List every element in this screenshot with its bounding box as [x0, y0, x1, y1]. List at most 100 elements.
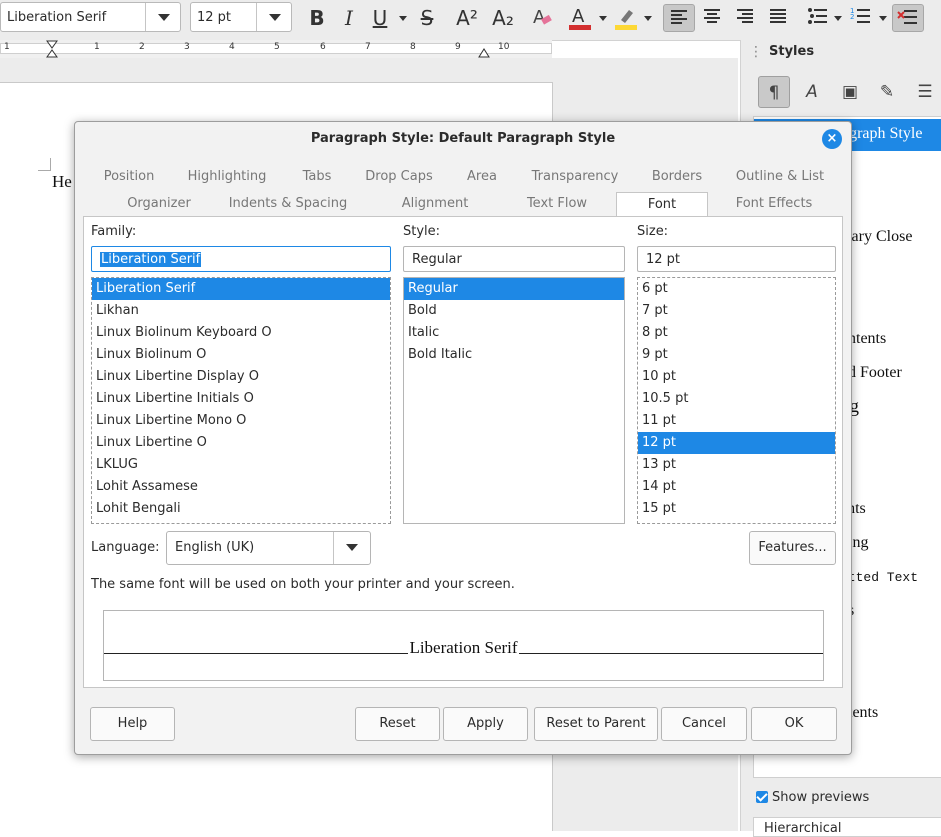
list-item[interactable]: Likhan: [92, 300, 390, 322]
font-color-dropdown-icon[interactable]: [599, 16, 607, 21]
size-list[interactable]: 6 pt 7 pt 8 pt 9 pt 10 pt 10.5 pt 11 pt …: [637, 277, 836, 524]
list-item[interactable]: Linux Biolinum Keyboard O: [92, 322, 390, 344]
list-item[interactable]: Liberation Serif: [92, 278, 390, 300]
list-item[interactable]: 15 pt: [638, 498, 835, 520]
list-item[interactable]: 13 pt: [638, 454, 835, 476]
list-item[interactable]: Lohit Bengali: [92, 498, 390, 520]
tab-tabs[interactable]: Tabs: [292, 165, 342, 189]
list-item[interactable]: 11 pt: [638, 410, 835, 432]
align-right-button[interactable]: [731, 4, 759, 32]
family-input[interactable]: Liberation Serif: [91, 246, 391, 272]
horizontal-ruler[interactable]: 1 1 2 3 4 5 6 7 8 9 10: [0, 40, 552, 58]
tab-font-effects[interactable]: Font Effects: [725, 192, 823, 216]
underline-dropdown-icon[interactable]: [399, 16, 407, 21]
italic-button[interactable]: I: [335, 4, 363, 32]
tab-area[interactable]: Area: [457, 165, 507, 189]
ok-button[interactable]: OK: [751, 707, 837, 741]
font-name-dropdown[interactable]: [145, 3, 180, 31]
list-item[interactable]: 6 pt: [638, 278, 835, 300]
list-item[interactable]: Lohit Assamese: [92, 476, 390, 498]
tab-highlighting[interactable]: Highlighting: [183, 165, 271, 189]
list-item[interactable]: Bold Italic: [404, 344, 624, 366]
character-styles-icon[interactable]: A: [796, 76, 828, 108]
show-previews-checkbox[interactable]: Show previews: [756, 790, 869, 805]
drag-handle-icon[interactable]: ⋮: [749, 44, 763, 60]
apply-button[interactable]: Apply: [443, 707, 528, 741]
language-combo[interactable]: English (UK): [166, 531, 371, 565]
numbered-list-button[interactable]: 12: [847, 4, 875, 32]
font-name-combo[interactable]: Liberation Serif: [0, 2, 181, 32]
superscript-button[interactable]: A²: [451, 4, 483, 32]
subscript-button[interactable]: A₂: [487, 4, 519, 32]
list-item[interactable]: 14 pt: [638, 476, 835, 498]
no-list-button[interactable]: [892, 4, 924, 32]
features-button[interactable]: Features...: [749, 531, 836, 565]
reset-to-parent-button[interactable]: Reset to Parent: [534, 707, 658, 741]
list-item[interactable]: Linux Libertine O: [92, 432, 390, 454]
tab-indents-spacing[interactable]: Indents & Spacing: [227, 192, 349, 216]
sidebar-title: Styles: [769, 44, 815, 59]
tab-organizer[interactable]: Organizer: [105, 192, 213, 216]
page-styles-icon[interactable]: ✎: [871, 76, 903, 108]
bullet-list-dropdown-icon[interactable]: [834, 16, 842, 21]
tab-outline-list[interactable]: Outline & List: [730, 165, 830, 189]
list-item[interactable]: 12 pt: [638, 432, 835, 454]
strikethrough-button[interactable]: S: [413, 4, 441, 32]
list-item[interactable]: Regular: [404, 278, 624, 300]
list-item[interactable]: Italic: [404, 322, 624, 344]
style-list[interactable]: Regular Bold Italic Bold Italic: [403, 277, 625, 524]
list-item[interactable]: 8 pt: [638, 322, 835, 344]
underline-button[interactable]: U: [366, 4, 394, 32]
bold-button[interactable]: B: [303, 4, 331, 32]
close-icon[interactable]: ×: [822, 129, 842, 149]
highlight-dropdown-icon[interactable]: [644, 16, 652, 21]
list-item[interactable]: 10.5 pt: [638, 388, 835, 410]
list-styles-icon[interactable]: ☰: [909, 76, 941, 108]
family-list[interactable]: Liberation Serif Likhan Linux Biolinum K…: [91, 277, 391, 524]
align-left-button[interactable]: [663, 4, 695, 32]
style-filter-select[interactable]: Hierarchical: [753, 817, 941, 837]
list-item[interactable]: Linux Libertine Display O: [92, 366, 390, 388]
align-center-icon: [704, 9, 720, 23]
list-item[interactable]: 7 pt: [638, 300, 835, 322]
align-center-button[interactable]: [698, 4, 726, 32]
tab-text-flow[interactable]: Text Flow: [515, 192, 599, 216]
highlighter-icon: [615, 10, 637, 30]
tab-font[interactable]: Font: [616, 192, 708, 217]
list-item[interactable]: 10 pt: [638, 366, 835, 388]
tab-position[interactable]: Position: [95, 165, 163, 189]
font-size-dropdown[interactable]: [256, 3, 291, 31]
right-indent-marker-icon[interactable]: [477, 46, 491, 58]
justify-button[interactable]: [764, 4, 792, 32]
tab-drop-caps[interactable]: Drop Caps: [360, 165, 438, 189]
numbered-list-dropdown-icon[interactable]: [879, 16, 887, 21]
indent-marker-icon[interactable]: [45, 40, 59, 58]
language-dropdown[interactable]: [333, 532, 370, 564]
preview-text: Liberation Serif: [408, 638, 519, 657]
list-item[interactable]: Linux Libertine Initials O: [92, 388, 390, 410]
reset-button[interactable]: Reset: [355, 707, 440, 741]
size-input[interactable]: 12 pt: [637, 246, 836, 272]
cancel-button[interactable]: Cancel: [661, 707, 747, 741]
frame-styles-icon[interactable]: ▣: [834, 76, 866, 108]
ruler-number: 9: [455, 42, 461, 52]
list-item[interactable]: Linux Biolinum O: [92, 344, 390, 366]
document-text[interactable]: He: [52, 172, 72, 192]
list-item[interactable]: Bold: [404, 300, 624, 322]
list-item[interactable]: 9 pt: [638, 344, 835, 366]
style-input[interactable]: Regular: [403, 246, 625, 272]
tab-borders[interactable]: Borders: [643, 165, 711, 189]
highlight-button[interactable]: [612, 4, 640, 32]
tab-alignment[interactable]: Alignment: [389, 192, 481, 216]
align-right-icon: [737, 9, 753, 23]
font-size-combo[interactable]: 12 pt: [190, 2, 292, 32]
clear-formatting-button[interactable]: A: [528, 4, 556, 32]
paragraph-styles-icon[interactable]: ¶: [758, 76, 790, 108]
list-item[interactable]: Linux Libertine Mono O: [92, 410, 390, 432]
font-color-button[interactable]: A: [566, 4, 594, 32]
size-label: Size:: [637, 224, 669, 239]
tab-transparency[interactable]: Transparency: [525, 165, 625, 189]
bullet-list-button[interactable]: [804, 4, 832, 32]
help-button[interactable]: Help: [90, 707, 175, 741]
list-item[interactable]: LKLUG: [92, 454, 390, 476]
